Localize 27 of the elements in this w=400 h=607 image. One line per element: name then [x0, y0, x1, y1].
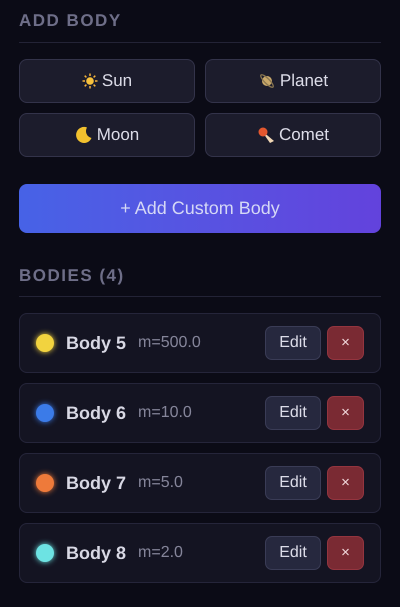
mass-label: m=500.0	[138, 333, 201, 353]
sun-icon	[82, 72, 98, 88]
comet-icon	[256, 126, 275, 144]
mass-label: m=5.0	[138, 473, 183, 493]
edit-button[interactable]: Edit	[265, 326, 321, 360]
add-custom-body-button[interactable]: + Add Custom Body	[19, 184, 381, 232]
mass-label: m=10.0	[138, 403, 192, 423]
mass-label: m=2.0	[138, 543, 183, 563]
section-heading: BODIES (4)	[19, 262, 381, 297]
preset-button[interactable]: Sun	[19, 58, 195, 102]
edit-button[interactable]: Edit	[265, 396, 321, 430]
body-name: Body 6	[66, 402, 126, 425]
delete-button[interactable]: ×	[327, 396, 364, 430]
preset-button[interactable]: Comet	[205, 112, 381, 156]
section-heading: ADD BODY	[19, 8, 381, 42]
edit-button[interactable]: Edit	[265, 466, 321, 500]
ringed-planet-icon	[258, 72, 276, 90]
body-name: Body 8	[66, 542, 126, 565]
delete-button[interactable]: ×	[327, 536, 364, 570]
body-name: Body 5	[66, 332, 126, 355]
preset-button[interactable]: Moon	[19, 112, 195, 156]
preset-button[interactable]: Planet	[205, 58, 381, 102]
body-name: Body 7	[66, 472, 126, 495]
delete-button[interactable]: ×	[327, 466, 364, 500]
delete-button[interactable]: ×	[327, 326, 364, 360]
edit-button[interactable]: Edit	[265, 536, 321, 570]
crescent-moon-icon	[74, 126, 93, 144]
